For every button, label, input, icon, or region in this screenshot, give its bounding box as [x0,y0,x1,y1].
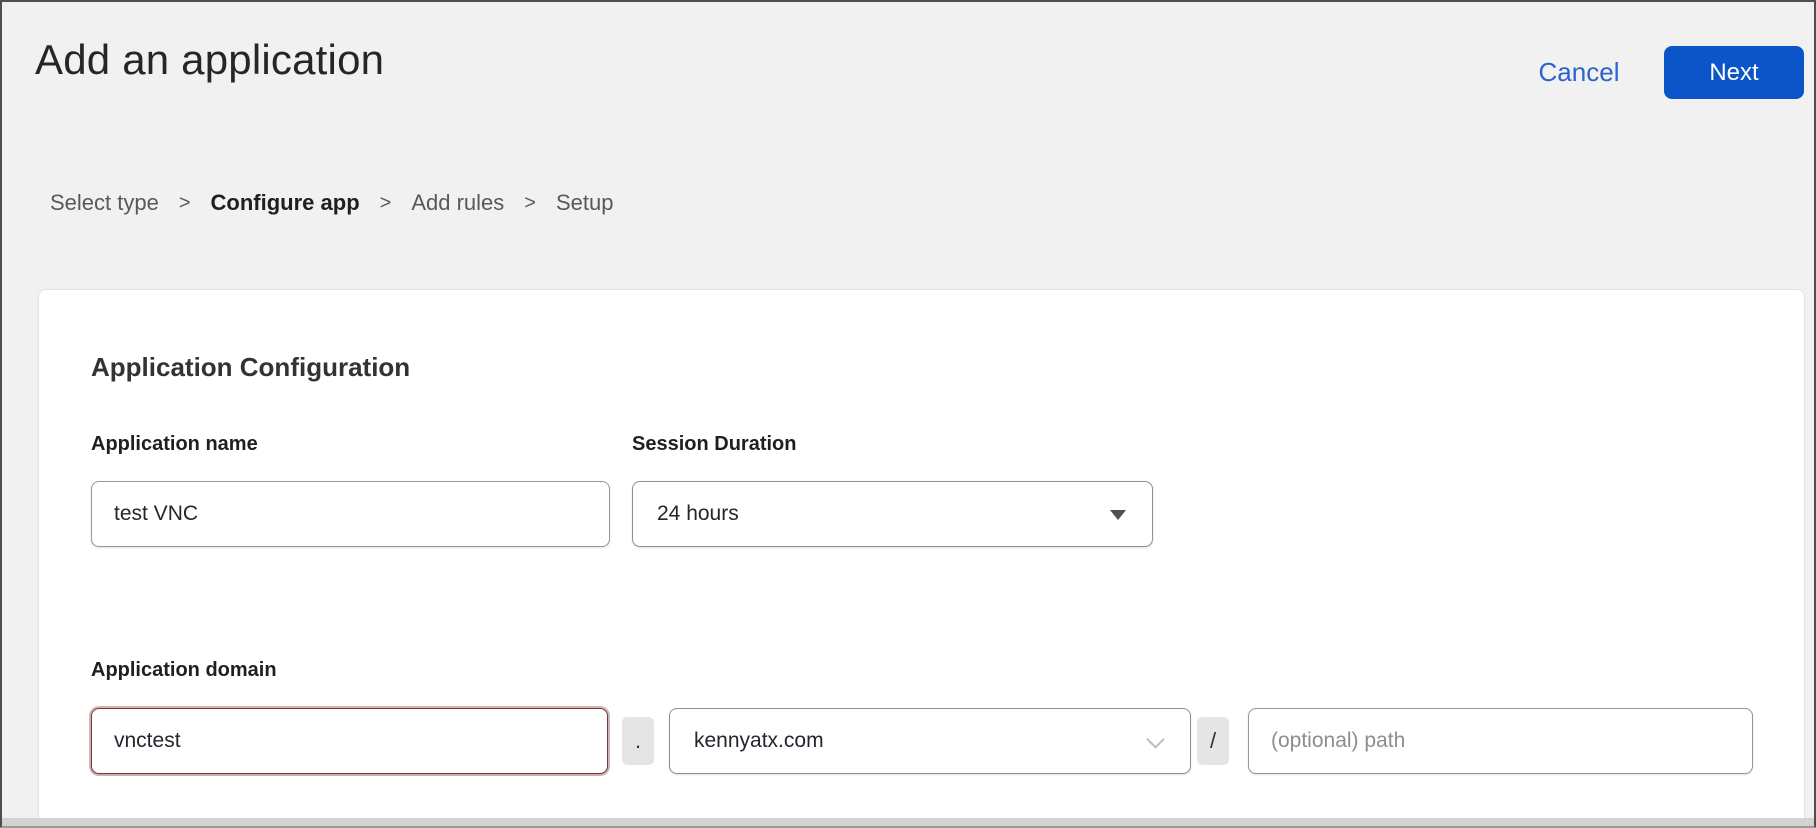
application-name-label: Application name [91,433,258,456]
application-name-input[interactable] [91,481,610,547]
step-separator-icon: > [380,192,392,215]
window-bottom-edge [2,818,1814,828]
next-button[interactable]: Next [1664,46,1804,99]
add-application-page: Add an application Cancel Next Select ty… [0,0,1816,828]
session-duration-value: 24 hours [657,502,739,526]
session-duration-select[interactable]: 24 hours [632,481,1153,547]
session-duration-label: Session Duration [632,433,796,456]
step-add-rules[interactable]: Add rules [411,190,504,216]
subdomain-input[interactable] [91,708,608,774]
step-configure-app[interactable]: Configure app [211,190,360,216]
domain-select-value: kennyatx.com [694,729,824,753]
page-title: Add an application [35,36,384,84]
step-separator-icon: > [524,192,536,215]
slash-separator-text: / [1210,728,1216,754]
application-configuration-card: Application Configuration Application na… [38,289,1805,820]
cancel-button[interactable]: Cancel [1514,46,1644,99]
slash-separator: / [1197,717,1229,765]
step-setup[interactable]: Setup [556,190,614,216]
chevron-down-icon [1110,510,1126,520]
dot-separator-text: . [635,728,641,754]
dot-separator: . [622,717,654,765]
step-select-type[interactable]: Select type [50,190,159,216]
domain-select[interactable]: kennyatx.com [669,708,1191,774]
card-heading: Application Configuration [91,352,410,383]
chevron-down-icon [1146,730,1164,748]
wizard-steps: Select type > Configure app > Add rules … [50,190,613,216]
step-separator-icon: > [179,192,191,215]
path-input[interactable] [1248,708,1753,774]
application-domain-label: Application domain [91,659,277,682]
